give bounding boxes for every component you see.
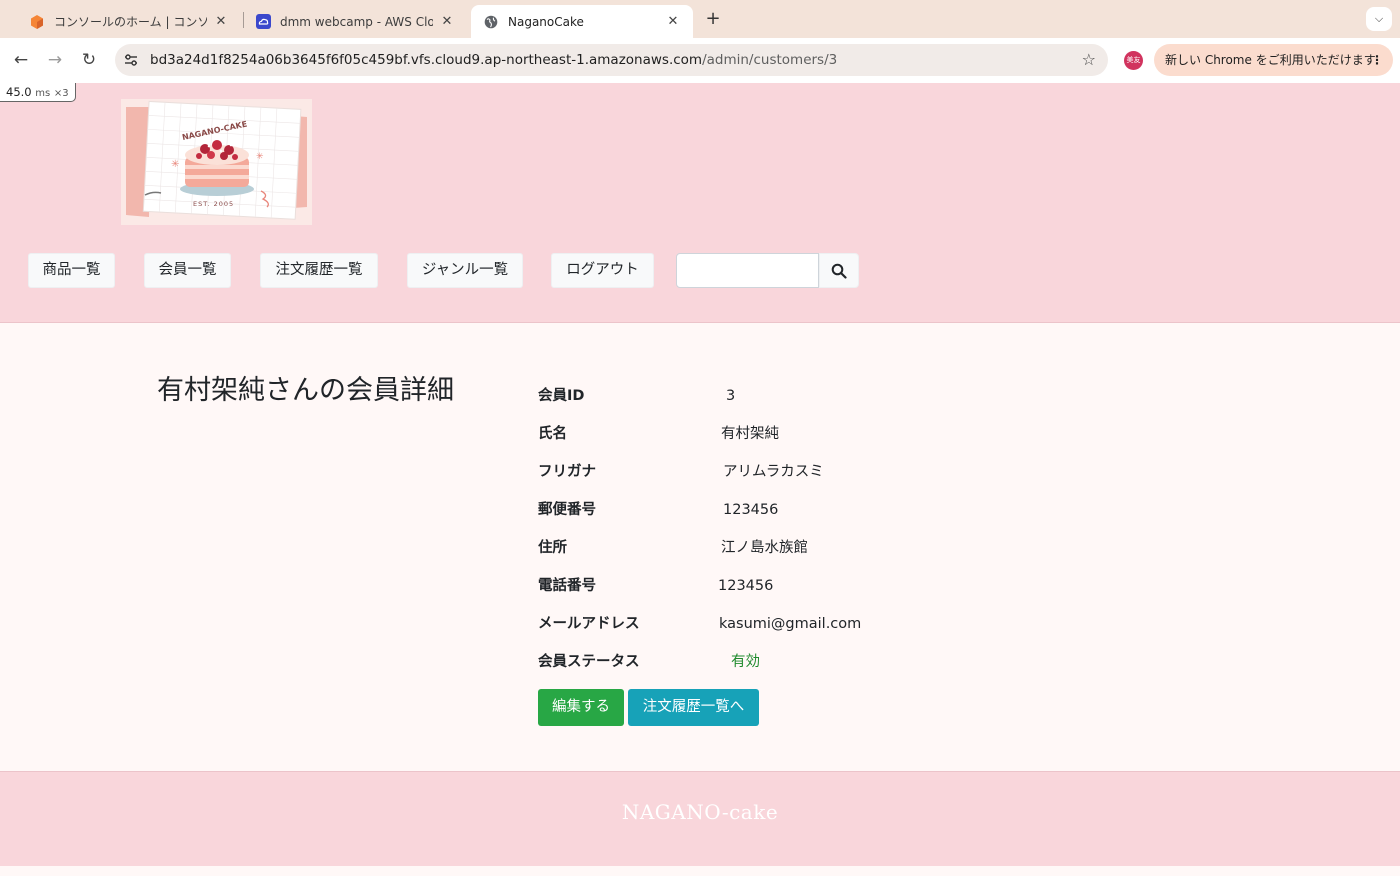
bookmark-star-icon[interactable]: ☆ bbox=[1082, 50, 1096, 69]
nav-orders-button[interactable]: 注文履歴一覧 bbox=[260, 253, 378, 288]
detail-label: 電話番号 bbox=[538, 578, 596, 594]
detail-value: kasumi@gmail.com bbox=[719, 616, 862, 632]
reload-icon[interactable]: ↻ bbox=[78, 49, 100, 71]
profile-avatar[interactable]: 美友 bbox=[1124, 51, 1143, 70]
perf-count: ×3 bbox=[53, 88, 69, 99]
detail-row-email: メールアドレス kasumi@gmail.com bbox=[538, 612, 1038, 636]
url-path: /admin/customers/3 bbox=[702, 52, 838, 68]
detail-label: 会員ステータス bbox=[538, 654, 640, 670]
url-text: bd3a24d1f8254a06b3645f6f05c459bf.vfs.clo… bbox=[150, 44, 837, 76]
detail-row-name: 氏名 有村架純 bbox=[538, 422, 1038, 446]
detail-value: 3 bbox=[726, 388, 736, 404]
svg-text:✳: ✳ bbox=[171, 159, 179, 170]
detail-value: 有村架純 bbox=[721, 426, 779, 442]
url-host: bd3a24d1f8254a06b3645f6f05c459bf.vfs.clo… bbox=[150, 52, 703, 68]
tab-aws-console[interactable]: コンソールのホーム | コンソール ✕ bbox=[17, 5, 241, 38]
detail-value: 123456 bbox=[718, 578, 774, 594]
tab-title: NaganoCake bbox=[508, 14, 584, 29]
tab-title: dmm webcamp - AWS Cloud9 bbox=[280, 14, 433, 29]
detail-value: 123456 bbox=[723, 502, 779, 518]
rack-mini-profiler-badge[interactable]: 45.0 ms ×3 bbox=[0, 83, 76, 102]
search-icon bbox=[831, 263, 847, 279]
detail-label: 会員ID bbox=[538, 388, 585, 404]
chevron-down-icon[interactable]: ⌵ bbox=[1366, 7, 1392, 31]
tab-cloud9[interactable]: dmm webcamp - AWS Cloud9 ✕ bbox=[243, 5, 467, 38]
tab-naganocake[interactable]: NaganoCake ✕ bbox=[471, 5, 693, 38]
tab-title: コンソールのホーム | コンソール bbox=[54, 15, 207, 29]
detail-label: フリガナ bbox=[538, 464, 596, 480]
detail-label: メールアドレス bbox=[538, 616, 640, 632]
footer-brand-text: NAGANO-cake bbox=[621, 800, 779, 824]
close-icon[interactable]: ✕ bbox=[213, 14, 229, 29]
address-bar[interactable]: bd3a24d1f8254a06b3645f6f05c459bf.vfs.clo… bbox=[115, 44, 1108, 76]
detail-row-id: 会員ID 3 bbox=[538, 384, 1038, 408]
browser-toolbar: ← → ↻ bd3a24d1f8254a06b3645f6f05c459bf.v… bbox=[0, 38, 1400, 83]
detail-row-kana: フリガナ アリムラカスミ bbox=[538, 460, 1038, 484]
detail-label: 郵便番号 bbox=[538, 502, 596, 518]
forward-arrow-icon[interactable]: → bbox=[44, 49, 66, 71]
detail-value: アリムラカスミ bbox=[723, 464, 824, 480]
nav-products-button[interactable]: 商品一覧 bbox=[28, 253, 115, 288]
svg-text:✳: ✳ bbox=[256, 152, 264, 162]
detail-row-postal-code: 郵便番号 123456 bbox=[538, 498, 1038, 522]
detail-label: 住所 bbox=[538, 540, 567, 556]
aws-cube-icon bbox=[29, 14, 45, 30]
site-logo[interactable]: NAGANO-CAKE ✳ ✳ EST. 2005 bbox=[121, 99, 312, 225]
detail-label: 氏名 bbox=[538, 426, 567, 442]
detail-row-phone: 電話番号 123456 bbox=[538, 574, 1038, 598]
perf-unit: ms bbox=[35, 88, 51, 99]
detail-row-address: 住所 江ノ島水族館 bbox=[538, 536, 1038, 560]
site-settings-icon[interactable] bbox=[123, 52, 139, 68]
logo-est-text: EST. 2005 bbox=[193, 200, 234, 208]
page-title: 有村架純さんの会員詳細 bbox=[157, 375, 454, 406]
nav-logout-button[interactable]: ログアウト bbox=[551, 253, 654, 288]
nav-customers-button[interactable]: 会員一覧 bbox=[144, 253, 231, 288]
chrome-update-label: 新しい Chrome をご利用いただけます bbox=[1165, 53, 1376, 67]
search-button[interactable] bbox=[819, 253, 859, 288]
cloud9-icon bbox=[255, 14, 271, 30]
detail-row-status: 会員ステータス 有効 bbox=[538, 650, 1038, 674]
perf-value: 45.0 bbox=[6, 85, 32, 99]
more-menu-icon[interactable]: ⋮ bbox=[1371, 44, 1383, 76]
globe-icon bbox=[483, 14, 499, 30]
detail-value: 江ノ島水族館 bbox=[721, 540, 808, 556]
browser-tab-strip: コンソールのホーム | コンソール ✕ dmm webcamp - AWS Cl… bbox=[0, 0, 1400, 38]
back-arrow-icon[interactable]: ← bbox=[10, 49, 32, 71]
new-tab-icon[interactable]: + bbox=[702, 8, 724, 30]
close-icon[interactable]: ✕ bbox=[439, 14, 455, 29]
chrome-update-button[interactable]: 新しい Chrome をご利用いただけます ⋮ bbox=[1154, 44, 1393, 76]
status-badge: 有効 bbox=[731, 654, 760, 670]
edit-customer-button[interactable]: 編集する bbox=[538, 689, 624, 726]
order-history-button[interactable]: 注文履歴一覧へ bbox=[628, 689, 759, 726]
search-input[interactable] bbox=[676, 253, 819, 288]
close-icon[interactable]: ✕ bbox=[665, 14, 681, 29]
nav-genres-button[interactable]: ジャンル一覧 bbox=[407, 253, 523, 288]
